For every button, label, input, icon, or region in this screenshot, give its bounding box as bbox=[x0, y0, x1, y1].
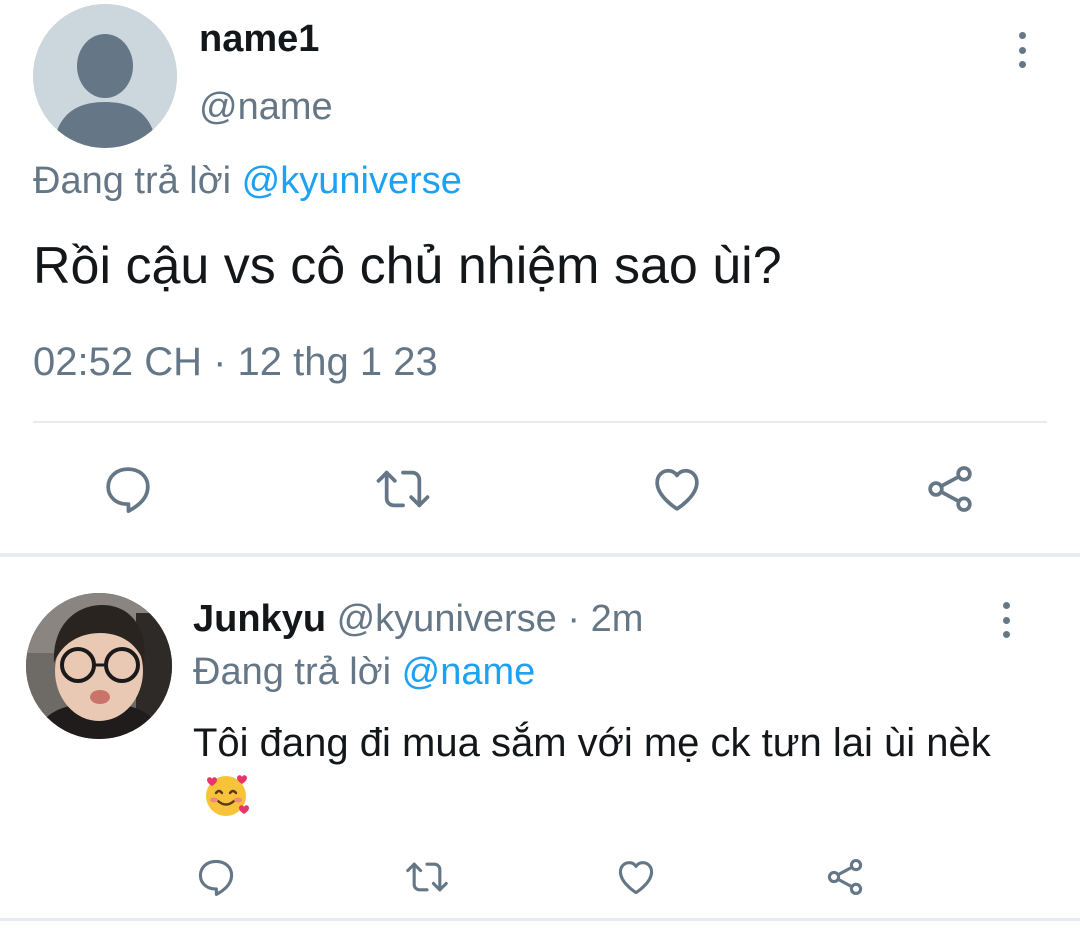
author-name[interactable]: name1 bbox=[199, 18, 319, 61]
replying-to-line: Đang trả lời @kyuniverse bbox=[33, 160, 462, 203]
tweet-text: Rồi cậu vs cô chủ nhiệm sao ùi? bbox=[33, 237, 782, 295]
replying-to-mention[interactable]: @kyuniverse bbox=[242, 160, 462, 202]
action-bar bbox=[0, 455, 1080, 521]
share-icon[interactable] bbox=[920, 459, 980, 519]
author-handle-time[interactable]: @kyuniverse · 2m bbox=[337, 598, 644, 640]
action-bar bbox=[0, 852, 1080, 902]
section-divider bbox=[0, 553, 1080, 557]
smiling-face-with-hearts-icon bbox=[206, 775, 249, 816]
section-divider bbox=[0, 918, 1080, 921]
replying-to-mention[interactable]: @name bbox=[402, 651, 536, 693]
like-icon[interactable] bbox=[646, 459, 708, 519]
replying-prefix: Đang trả lời bbox=[193, 651, 392, 693]
tweet-thread: name1 @name Đang trả lời @kyuniverse Rồi… bbox=[0, 0, 1080, 937]
tweet-timestamp[interactable]: 02:52 CH · 12 thg 1 23 bbox=[33, 340, 438, 385]
tweet-text: Tôi đang đi mua sắm với mẹ ck tưn lai ùi… bbox=[193, 721, 991, 765]
default-avatar[interactable] bbox=[33, 4, 177, 148]
reply-icon[interactable] bbox=[98, 459, 158, 519]
more-options-icon[interactable] bbox=[994, 598, 1018, 642]
replying-prefix: Đang trả lời bbox=[33, 160, 232, 202]
reply-text-block: Tôi đang đi mua sắm với mẹ ck tưn lai ùi… bbox=[193, 716, 1033, 826]
retweet-icon[interactable] bbox=[400, 854, 454, 900]
replying-to-line: Đang trả lời @name bbox=[193, 651, 535, 694]
profile-photo bbox=[26, 593, 172, 739]
share-icon[interactable] bbox=[822, 854, 868, 900]
avatar[interactable] bbox=[26, 593, 172, 739]
reply-header: Junkyu @kyuniverse · 2m bbox=[193, 598, 643, 641]
author-handle[interactable]: @name bbox=[199, 86, 333, 129]
author-name[interactable]: Junkyu bbox=[193, 598, 326, 640]
reply-icon[interactable] bbox=[193, 854, 239, 900]
default-profile-icon bbox=[33, 4, 177, 148]
retweet-icon[interactable] bbox=[370, 459, 436, 519]
divider bbox=[33, 421, 1047, 423]
like-icon[interactable] bbox=[612, 854, 660, 900]
main-tweet: name1 @name Đang trả lời @kyuniverse Rồi… bbox=[0, 0, 1080, 553]
more-options-icon[interactable] bbox=[1010, 28, 1034, 72]
